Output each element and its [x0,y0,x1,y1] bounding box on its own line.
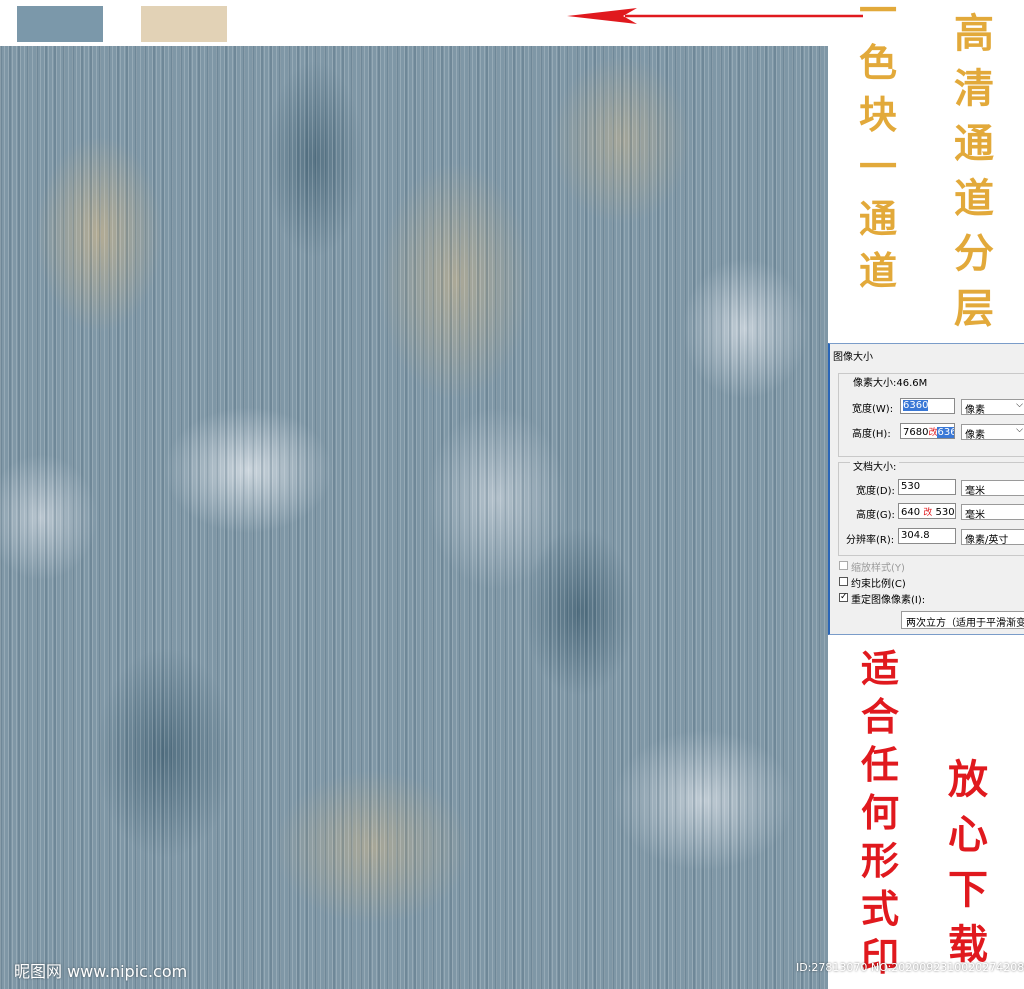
pixel-width-label: 宽度(W): [852,404,894,415]
annotation-red-left: 适 合 任 何 形 式 印 [860,646,899,979]
pixel-height-unit-select[interactable]: 像素 ⌵ [961,424,1024,441]
doc-height-label: 高度(G): [856,510,895,521]
image-id-watermark: ID:27813070 NO:20200923100202742080 [796,961,1024,974]
resample-checkbox[interactable]: ✓ [839,593,848,602]
pixel-height-input[interactable]: 7680改6360 [900,423,955,439]
image-size-dialog: 图像大小 像素大小:46.6M 宽度(W): 6360 像素 ⌵ 高度(H): 7… [828,343,1024,635]
doc-width-input[interactable]: 530 [898,479,956,495]
constrain-proportions-checkbox[interactable] [839,577,848,586]
left-arrow-icon [567,8,863,24]
color-swatch-blue [17,6,103,42]
doc-height-unit-select[interactable]: 毫米 [961,504,1024,521]
annotation-red-right: 放 心 下 载 [948,756,988,968]
pixel-dimensions-legend: 像素大小:46.6M [850,374,931,389]
document-size-legend: 文档大小: [850,458,900,473]
resample-label: 重定图像像素(I): [851,595,926,606]
resolution-label: 分辨率(R): [846,535,895,546]
constrain-proportions-label: 约束比例(C) [851,579,906,590]
dialog-title: 图像大小 [833,352,873,363]
annotation-gold-right: 高 清 通 道 分 层 [954,10,994,332]
resample-method-select[interactable]: 两次立方（适用于平滑渐变 [901,611,1024,629]
color-swatch-beige [141,6,227,42]
doc-width-label: 宽度(D): [856,486,895,497]
doc-height-input[interactable]: 640 改 530 [898,503,956,519]
site-watermark-logo: 昵图网 www.nipic.com [14,962,188,981]
scale-styles-checkbox[interactable] [839,561,848,570]
resolution-unit-select[interactable]: 像素/英寸 [961,529,1024,546]
pixel-width-unit-select[interactable]: 像素 ⌵ [961,399,1024,416]
pixel-width-input[interactable]: 6360 [900,398,955,414]
scale-styles-label: 缩放样式(Y) [851,563,905,574]
texture-pattern-image [0,46,828,989]
annotation-gold-left: 一 色 块 一 通 道 [858,0,897,293]
doc-width-unit-select[interactable]: 毫米 [961,480,1024,497]
pixel-height-label: 高度(H): [852,429,891,440]
resolution-input[interactable]: 304.8 [898,528,956,544]
